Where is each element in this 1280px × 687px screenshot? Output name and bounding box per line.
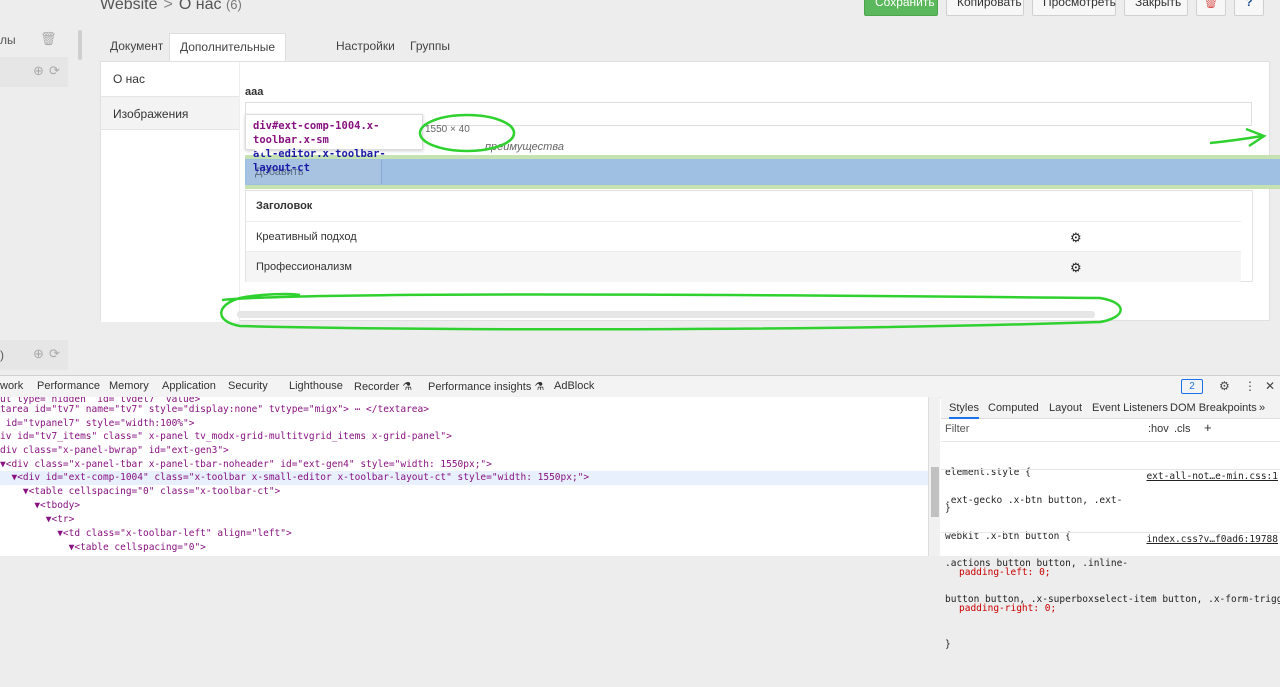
breadcrumb-site[interactable]: Website <box>100 0 158 13</box>
trash-icon: 🗑 <box>1203 0 1219 9</box>
styles-pane: Styles Computed Layout Event Listeners D… <box>941 397 1280 650</box>
copy-button[interactable]: Копировать <box>946 0 1024 16</box>
styles-tabbar: Styles Computed Layout Event Listeners D… <box>941 397 1280 419</box>
tree-row-label: лы <box>0 33 16 47</box>
divider <box>941 441 1280 442</box>
plus-circle-icon[interactable]: ⊕ <box>33 63 44 79</box>
tv-category-tabs: О нас Изображения <box>101 62 239 322</box>
dom-node[interactable]: ▼<tr> <box>0 513 75 527</box>
rule-selector: .ext-gecko .x-btn button, .ext- <box>945 495 1123 506</box>
resource-id: (6) <box>225 0 242 12</box>
plus-circle-icon[interactable]: ⊕ <box>33 346 44 362</box>
horizontal-scrollbar[interactable] <box>237 311 1095 318</box>
source-link[interactable]: index.css?v…f0ad6:19788 <box>1146 534 1278 546</box>
tab-layout[interactable]: Layout <box>1049 402 1082 414</box>
rule-selector: .actions button button, .inline- <box>945 558 1129 569</box>
dom-node[interactable]: id="tvpanel7" style="width:100%"> <box>0 417 195 431</box>
table-row[interactable]: Профессионализм ⚙ <box>246 251 1241 282</box>
styles-filter-input[interactable]: Filter <box>945 423 1135 439</box>
field-label: aaa <box>245 86 264 98</box>
gear-icon[interactable]: ⚙ <box>1070 222 1082 253</box>
dom-node[interactable]: div class="x-panel-bwrap" id="ext-gen3"> <box>0 444 229 458</box>
hov-toggle[interactable]: :hov <box>1148 423 1169 435</box>
grid-cell: Креативный подход <box>256 231 357 243</box>
dom-node[interactable]: ▼<table cellspacing="0" class="x-toolbar… <box>0 485 280 499</box>
tooltip-arrow <box>254 149 266 155</box>
devtools-tab-adblock[interactable]: AdBlock <box>554 380 594 392</box>
items-grid: Заголовок Креативный подход ⚙ Профессион… <box>245 190 1253 282</box>
gear-icon[interactable]: ⚙ <box>1070 252 1082 283</box>
tree-row-selected[interactable]: ⊕ ⟳ <box>0 57 68 87</box>
settings-icon[interactable]: ⚙ <box>1219 379 1230 393</box>
help-button[interactable]: ? <box>1234 0 1264 16</box>
source-link[interactable]: ext-all-not…e-min.css:1 <box>1146 471 1278 483</box>
breadcrumb-separator: > <box>163 0 173 13</box>
devtools-tab-lighthouse[interactable]: Lighthouse <box>289 380 343 392</box>
left-panel: лы 🗑 ⊕ ⟳ ) ⊕ ⟳ <box>0 0 86 375</box>
rule-selector: button button, .x-superboxselect-item bu… <box>945 594 1280 605</box>
vtab-images[interactable]: Изображения <box>101 96 239 130</box>
left-scrollbar[interactable] <box>78 30 82 60</box>
tree-row-label: ) <box>0 348 4 362</box>
page-title: О нас <box>178 0 222 13</box>
close-button[interactable]: Закрыть <box>1124 0 1188 16</box>
table-row[interactable]: Креативный подход ⚙ <box>246 221 1241 252</box>
tab-settings[interactable]: Настройки <box>326 33 405 61</box>
refresh-icon[interactable]: ⟳ <box>49 346 60 362</box>
view-button[interactable]: Просмотреть <box>1032 0 1116 16</box>
tab-styles[interactable]: Styles <box>949 402 979 419</box>
cls-toggle[interactable]: .cls <box>1174 423 1191 435</box>
grid-column-header[interactable]: Заголовок <box>256 200 312 212</box>
devtools-tab-security[interactable]: Security <box>228 380 268 392</box>
tab-resource-groups[interactable]: Группы ресурсов <box>400 33 471 79</box>
dom-node[interactable]: tarea id="tv7" name="tv7" style="display… <box>0 403 429 417</box>
dom-node[interactable]: ▼<td class="x-toolbar-left" align="left"… <box>0 527 292 541</box>
tooltip-size: 1550 × 40 <box>425 124 470 135</box>
field-hint: преимущества <box>485 141 564 153</box>
scrollbar-thumb[interactable] <box>931 467 939 517</box>
devtools-tab-network[interactable]: work <box>0 380 23 392</box>
tooltip-selector-line2: all-editor.x-toolbar-layout-ct <box>253 148 386 174</box>
refresh-icon[interactable]: ⟳ <box>49 63 60 79</box>
dom-node[interactable]: ▼<tbody> <box>0 499 80 513</box>
tab-document[interactable]: Документ <box>100 33 173 61</box>
tab-computed[interactable]: Computed <box>988 402 1039 414</box>
devtools-tabbar: work Performance Memory Application Secu… <box>0 376 1280 398</box>
save-button[interactable]: Сохранить <box>864 0 938 16</box>
tree-row[interactable]: лы 🗑 <box>0 28 68 56</box>
devtools-tab-performance-insights[interactable]: Performance insights ⚗ <box>428 380 544 393</box>
elements-scrollbar[interactable] <box>928 397 940 556</box>
dom-node[interactable]: iv id="tv7_items" class=" x-panel tv_mod… <box>0 430 452 444</box>
tab-more[interactable]: » <box>1259 402 1265 414</box>
add-rule-icon[interactable]: + <box>1204 420 1212 435</box>
grid-cell: Профессионализм <box>256 261 352 273</box>
vtab-about[interactable]: О нас <box>101 62 239 96</box>
breadcrumb: Website > О нас (6) <box>100 0 242 14</box>
divider <box>941 469 1280 470</box>
tab-tv[interactable]: Дополнительные поля (TV) <box>169 33 286 80</box>
dom-node-selected[interactable]: ▼<div id="ext-comp-1004" class="x-toolba… <box>0 471 928 485</box>
devtools-tab-application[interactable]: Application <box>162 380 216 392</box>
elements-tree: ut type= hidden id= tvdel7 value> tarea … <box>0 397 928 556</box>
dom-node[interactable]: ▼<div class="x-panel-tbar x-panel-tbar-n… <box>0 458 492 472</box>
style-rule[interactable]: .actions button button, .inline- button … <box>945 534 1280 642</box>
help-icon: ? <box>1245 0 1253 9</box>
delete-button[interactable]: 🗑 <box>1196 0 1226 16</box>
tree-row[interactable]: ) ⊕ ⟳ <box>0 340 68 370</box>
devtools-tab-recorder[interactable]: Recorder ⚗ <box>354 380 412 393</box>
divider <box>239 62 240 322</box>
trash-icon[interactable]: 🗑 <box>40 31 57 47</box>
tab-event-listeners[interactable]: Event Listeners <box>1092 402 1168 414</box>
inspect-tooltip: div#ext-comp-1004.x-toolbar.x-sm all-edi… <box>245 114 423 174</box>
issues-badge[interactable]: 2 <box>1181 379 1203 394</box>
close-icon[interactable]: ✕ <box>1265 379 1275 393</box>
devtools-tab-performance[interactable]: Performance <box>37 380 100 392</box>
more-icon[interactable]: ⋮ <box>1244 379 1256 393</box>
devtools-tab-memory[interactable]: Memory <box>109 380 149 392</box>
tooltip-selector-line1: div#ext-comp-1004.x-toolbar.x-sm <box>253 120 380 146</box>
divider <box>941 532 1280 533</box>
dom-node[interactable]: ▼<table cellspacing="0"> <box>0 541 206 555</box>
tab-dom-breakpoints[interactable]: DOM Breakpoints <box>1170 402 1257 414</box>
